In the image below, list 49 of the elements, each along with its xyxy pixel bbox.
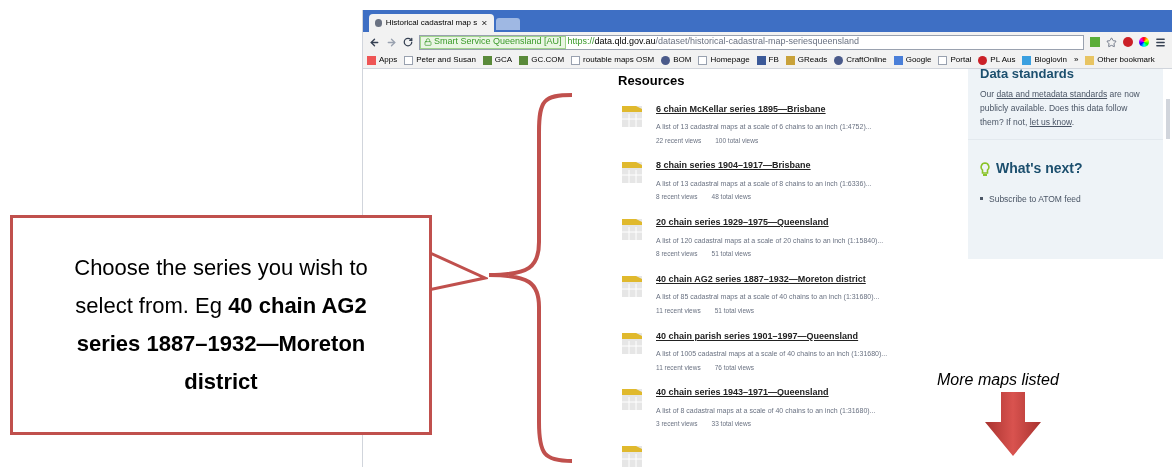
resource-link[interactable]: 20 chain series 1929–1975—Queensland — [656, 216, 884, 230]
standards-link[interactable]: data and metadata standards — [996, 89, 1108, 99]
bullet-icon — [980, 197, 983, 200]
color-wheel-icon[interactable] — [1139, 37, 1149, 47]
callout-text: Choose the series you wish to select from. Eg 40 chain AG2 series 1887–1932—Moreton district — [73, 254, 369, 396]
bookmark-item[interactable]: Google — [893, 54, 932, 66]
contact-link[interactable]: let us know — [1029, 117, 1072, 127]
annotation-note: More maps listed — [937, 370, 1059, 390]
bookmark-item[interactable]: FB — [756, 54, 779, 66]
resource-link[interactable]: 8 chain series 1904–1917—Brisbane — [656, 159, 872, 173]
feed-link[interactable]: Subscribe to ATOM feed — [989, 193, 1081, 206]
star-icon[interactable] — [1106, 36, 1117, 48]
url-text: https://data.qld.gov.au/dataset/historical-cadastral-map-seriesqueensland — [567, 35, 860, 49]
bookmark-item[interactable]: CraftOnline — [834, 54, 887, 66]
bookmark-item[interactable]: Portal — [938, 54, 972, 66]
bookmark-item[interactable]: BOM — [661, 54, 692, 66]
bookmark-item[interactable]: routable maps OSM — [571, 54, 655, 66]
lightbulb-icon — [980, 161, 990, 176]
tab-title: Historical cadastral map s — [385, 17, 478, 29]
csv-file-icon — [622, 159, 642, 184]
bookmark-item[interactable]: Bloglovin — [1022, 54, 1067, 66]
section-heading: Resources — [618, 72, 686, 90]
bookmark-item[interactable]: GReads — [785, 54, 828, 66]
down-arrow-icon — [985, 392, 1041, 456]
bookmark-item[interactable]: Other bookmark — [1085, 54, 1155, 66]
bookmark-item[interactable]: GCA — [482, 54, 513, 66]
scrollbar-thumb[interactable] — [1165, 99, 1170, 139]
sidebar-text: Our data and metadata standards are now publicly available. Does this data follow them? If not, let us know. — [980, 88, 1141, 129]
lock-icon — [424, 38, 432, 46]
resource-link[interactable]: 40 chain AG2 series 1887–1932—Moreton district — [656, 272, 880, 287]
back-icon[interactable] — [369, 36, 380, 48]
bookmark-item[interactable]: Homepage — [698, 54, 750, 66]
reload-icon[interactable] — [403, 37, 413, 47]
close-icon[interactable] — [481, 19, 488, 27]
bookmark-item[interactable]: Peter and Susan — [404, 54, 476, 66]
csv-file-icon — [622, 216, 642, 240]
menu-icon[interactable] — [1155, 36, 1166, 48]
resource-link[interactable]: 40 chain parish series 1901–1997—Queensland — [656, 329, 888, 343]
bookmark-item[interactable]: Apps — [367, 54, 398, 66]
sidebar-heading: What's next? — [996, 159, 1083, 178]
resource-link[interactable]: 40 chain series 1943–1971—Queensland — [656, 386, 876, 400]
bookmark-item[interactable]: » — [1073, 54, 1079, 66]
browser-tab[interactable]: Historical cadastral map s — [369, 14, 494, 32]
bookmark-item[interactable]: PL Aus — [978, 54, 1016, 66]
csv-file-icon — [622, 386, 642, 411]
address-field[interactable]: Smart Service Queensland [AU] https://data.qld.gov.au/dataset/historical-cadastral-map-seriesqueensland — [419, 34, 1084, 50]
bookmark-item[interactable]: GC.COM — [519, 54, 565, 66]
resource-link[interactable]: 6 chain McKellar series 1895—Brisbane — [656, 102, 872, 116]
sidebar-heading: Data standards — [980, 69, 1075, 79]
